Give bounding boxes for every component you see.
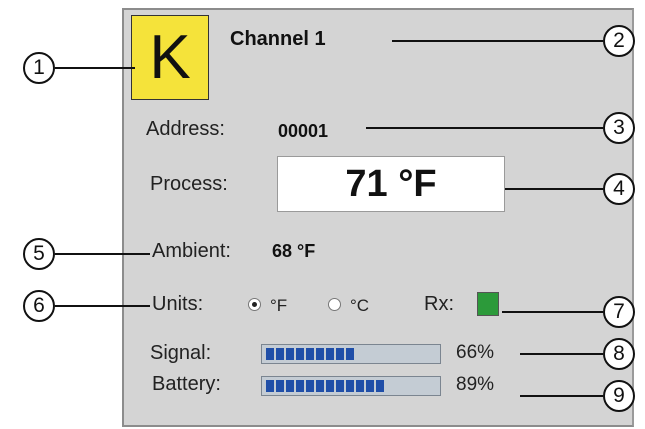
- level-segment: [286, 348, 294, 360]
- callout-5: 5: [23, 238, 55, 270]
- callout-line-3: [366, 127, 603, 129]
- level-segment: [306, 380, 314, 392]
- signal-label: Signal:: [150, 342, 212, 364]
- callout-line-5: [55, 253, 150, 255]
- level-segment: [346, 348, 354, 360]
- callout-6: 6: [23, 290, 55, 322]
- signal-strength-bar: [261, 344, 441, 364]
- thermocouple-type-indicator: K: [131, 15, 209, 100]
- address-label: Address:: [146, 118, 225, 140]
- level-segment: [306, 348, 314, 360]
- level-segment: [276, 380, 284, 392]
- callout-line-1: [55, 67, 135, 69]
- units-celsius-label: °C: [350, 296, 370, 315]
- level-segment: [366, 380, 374, 392]
- rx-label: Rx:: [424, 293, 454, 315]
- signal-percent: 66%: [456, 342, 495, 363]
- level-segment: [316, 348, 324, 360]
- level-segment: [276, 348, 284, 360]
- ambient-value: 68 °F: [272, 241, 316, 261]
- level-segment: [316, 380, 324, 392]
- units-celsius-radio[interactable]: [328, 298, 341, 311]
- callout-1: 1: [23, 52, 55, 84]
- callout-line-6: [55, 305, 150, 307]
- level-segment: [296, 380, 304, 392]
- level-segment: [326, 380, 334, 392]
- level-segment: [286, 380, 294, 392]
- ambient-label: Ambient:: [152, 240, 231, 262]
- level-segment: [356, 380, 364, 392]
- process-temperature-display: 71 °F: [277, 156, 505, 212]
- units-fahrenheit-label: °F: [270, 296, 288, 315]
- callout-4: 4: [603, 173, 635, 205]
- level-segment: [326, 348, 334, 360]
- callout-2: 2: [603, 25, 635, 57]
- callout-line-8: [520, 353, 603, 355]
- level-segment: [296, 348, 304, 360]
- battery-percent: 89%: [456, 374, 495, 395]
- level-segment: [376, 380, 384, 392]
- address-value: 00001: [278, 121, 329, 141]
- channel-name: Channel 1: [230, 28, 326, 50]
- level-segment: [346, 380, 354, 392]
- callout-line-2: [392, 40, 603, 42]
- callout-line-9: [520, 395, 603, 397]
- rx-indicator-light: [477, 292, 499, 316]
- level-segment: [336, 380, 344, 392]
- battery-label: Battery:: [152, 373, 221, 395]
- callout-line-7: [502, 311, 603, 313]
- callout-3: 3: [603, 112, 635, 144]
- level-segment: [266, 380, 274, 392]
- callout-line-4: [505, 188, 603, 190]
- level-segment: [336, 348, 344, 360]
- callout-9: 9: [603, 380, 635, 412]
- callout-8: 8: [603, 338, 635, 370]
- units-fahrenheit-radio[interactable]: [248, 298, 261, 311]
- battery-level-bar: [261, 376, 441, 396]
- process-label: Process:: [150, 173, 228, 195]
- level-segment: [266, 348, 274, 360]
- callout-7: 7: [603, 296, 635, 328]
- units-label: Units:: [152, 293, 204, 315]
